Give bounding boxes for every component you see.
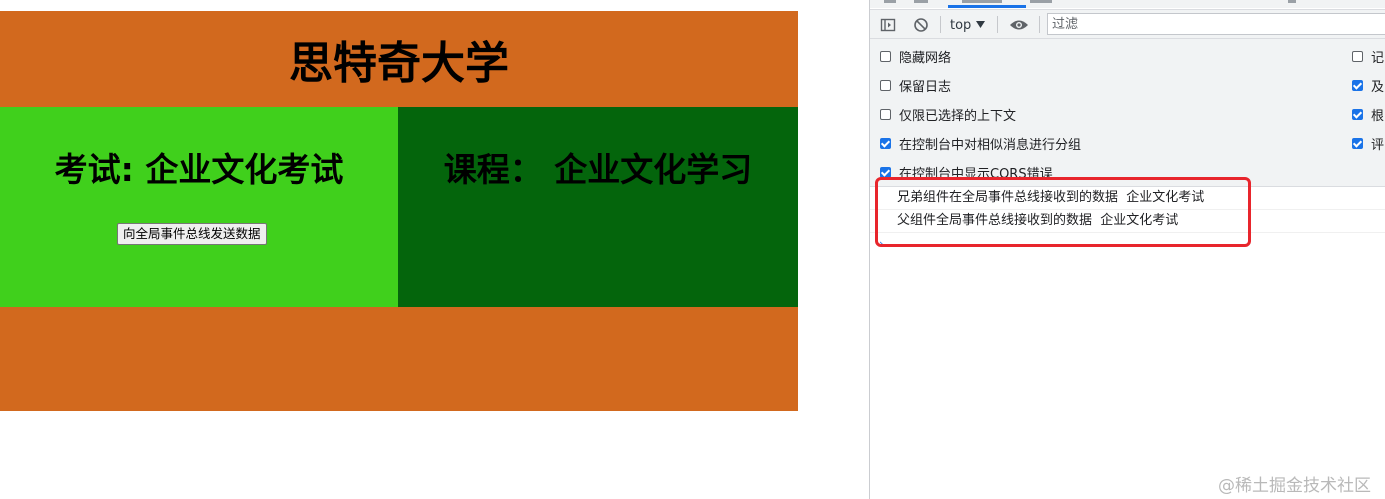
exam-component: 考试: 企业文化考试 向全局事件总线发送数据	[0, 107, 398, 307]
course-component: 课程： 企业文化学习	[398, 107, 798, 307]
tab-stub[interactable]	[1288, 0, 1296, 3]
setting-show-cors-errors[interactable]: 在控制台中显示CORS错误	[880, 163, 1053, 182]
checkbox-checked[interactable]	[880, 167, 891, 178]
checkbox-checked[interactable]	[1352, 138, 1363, 149]
setting-label: 及	[1371, 80, 1385, 95]
toolbar-separator	[997, 16, 998, 33]
setting-right-1[interactable]: 记	[1352, 47, 1384, 66]
setting-selected-context-only[interactable]: 仅限已选择的上下文	[880, 105, 1016, 124]
course-heading: 课程： 企业文化学习	[443, 150, 753, 189]
setting-label: 根	[1371, 109, 1385, 124]
checkbox[interactable]	[880, 80, 891, 91]
checkbox[interactable]	[1352, 51, 1363, 62]
eye-icon[interactable]	[1009, 16, 1029, 34]
tab-stub[interactable]	[914, 0, 928, 3]
tab-stub[interactable]	[962, 0, 1002, 3]
setting-label: 记	[1371, 51, 1385, 66]
tab-stub[interactable]	[1030, 0, 1052, 3]
setting-hide-network[interactable]: 隐藏网络	[880, 47, 951, 66]
setting-label: 仅限已选择的上下文	[899, 109, 1017, 124]
checkbox-checked[interactable]	[1352, 109, 1363, 120]
console-toolbar: top	[870, 9, 1385, 39]
sidebar-toggle-icon[interactable]	[879, 16, 897, 34]
active-tab-indicator	[948, 5, 1026, 8]
clear-console-icon[interactable]	[912, 16, 930, 34]
setting-preserve-log[interactable]: 保留日志	[880, 76, 951, 95]
checkbox-checked[interactable]	[880, 138, 891, 149]
setting-right-2[interactable]: 及	[1352, 76, 1384, 95]
setting-label: 保留日志	[899, 80, 952, 95]
tab-stub[interactable]	[884, 0, 896, 3]
exam-heading: 考试: 企业文化考试	[54, 150, 344, 189]
setting-label: 隐藏网络	[899, 51, 952, 66]
setting-right-3[interactable]: 根	[1352, 105, 1384, 124]
web-page: 思特奇大学 考试: 企业文化考试 向全局事件总线发送数据 课程： 企业文化学习	[0, 0, 798, 499]
dropdown-triangle-icon	[976, 18, 986, 33]
setting-group-similar[interactable]: 在控制台中对相似消息进行分组	[880, 134, 1081, 153]
setting-label: 评	[1371, 138, 1385, 153]
toolbar-separator	[940, 16, 941, 33]
filter-input[interactable]	[1047, 13, 1385, 35]
send-to-event-bus-button[interactable]: 向全局事件总线发送数据	[117, 223, 267, 245]
context-selector[interactable]: top	[950, 15, 986, 35]
setting-label: 在控制台中对相似消息进行分组	[899, 138, 1082, 153]
checkbox[interactable]	[880, 51, 891, 62]
setting-label: 在控制台中显示CORS错误	[899, 167, 1053, 182]
watermark: @稀土掘金技术社区	[1218, 476, 1371, 496]
devtools-tab-strip	[870, 0, 1385, 8]
console-settings: 隐藏网络 保留日志 仅限已选择的上下文 在控制台中对相似消息进行分组 在控制台中…	[870, 39, 1385, 187]
console-message[interactable]: 兄弟组件在全局事件总线接收到的数据 企业文化考试	[870, 187, 1385, 210]
checkbox[interactable]	[880, 109, 891, 120]
checkbox-checked[interactable]	[1352, 80, 1363, 91]
console-messages: 兄弟组件在全局事件总线接收到的数据 企业文化考试 父组件全局事件总线接收到的数据…	[870, 187, 1385, 233]
console-prompt[interactable]: ›	[879, 237, 883, 250]
console-message[interactable]: 父组件全局事件总线接收到的数据 企业文化考试	[870, 210, 1385, 233]
parent-component: 思特奇大学 考试: 企业文化考试 向全局事件总线发送数据 课程： 企业文化学习	[0, 11, 798, 411]
setting-right-4[interactable]: 评	[1352, 134, 1384, 153]
university-title: 思特奇大学	[289, 38, 509, 89]
toolbar-separator	[1039, 16, 1040, 33]
devtools-panel: top 隐藏网络 保留日志 仅限已选择的上下文 在控制台中对相似消息进行分组	[869, 0, 1385, 499]
context-value: top	[950, 17, 972, 33]
